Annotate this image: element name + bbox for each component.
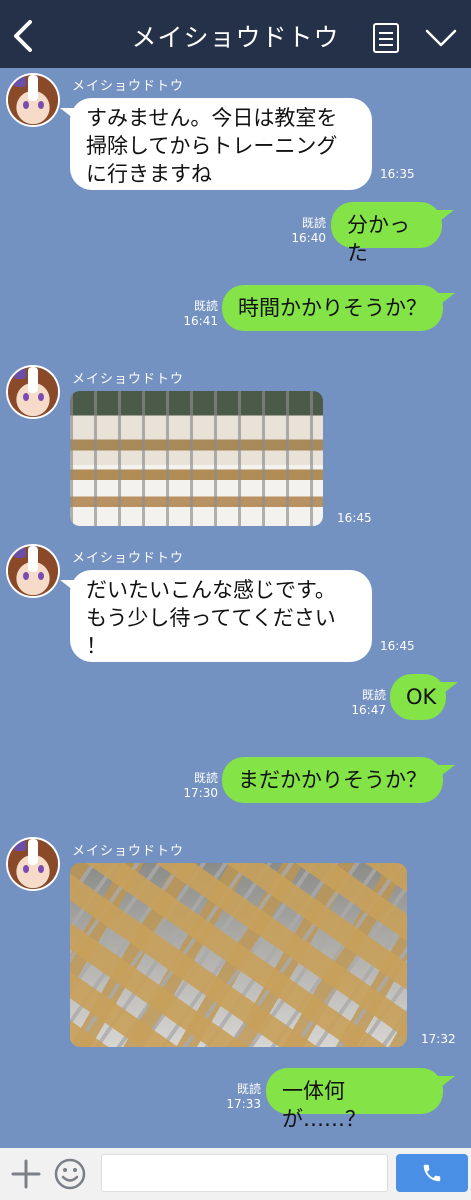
message-text: だいたいこんな感じです。 もう少し待っててください ！ xyxy=(86,578,336,658)
avatar[interactable] xyxy=(8,839,58,889)
avatar[interactable] xyxy=(8,367,58,417)
message-bubble-outgoing[interactable]: 分かった xyxy=(331,202,454,265)
message-text: 時間かかりそうか？ xyxy=(238,296,427,320)
read-receipt-group: 既読 16:41 xyxy=(180,299,218,329)
message-bubble-incoming[interactable]: だいたいこんな感じです。 もう少し待っててください ！ xyxy=(60,570,372,662)
read-label: 既読 xyxy=(193,299,218,313)
message-text: OK xyxy=(406,685,437,709)
message-bubble-outgoing[interactable]: まだかかりそうか？ xyxy=(222,757,455,803)
call-button[interactable] xyxy=(396,1154,468,1192)
message-time: 17:33 xyxy=(226,1097,261,1111)
sender-name: メイショウドトウ xyxy=(72,551,185,566)
phone-icon xyxy=(423,1164,441,1182)
message-text: 分かった xyxy=(347,213,410,265)
sender-name: メイショウドトウ xyxy=(72,844,185,859)
message-text: まだかかりそうか？ xyxy=(238,768,427,792)
message-bubble-outgoing[interactable]: 時間かかりそうか？ xyxy=(222,285,455,331)
read-receipt-group: 既読 16:40 xyxy=(288,216,326,246)
message-bubble-incoming[interactable]: すみません。今日は教室を 掃除してからトレーニング に行きますね xyxy=(60,98,372,190)
read-label: 既読 xyxy=(193,771,218,785)
menu-icon[interactable] xyxy=(372,22,400,54)
message-time: 16:47 xyxy=(351,703,386,717)
read-receipt-group: 既読 16:47 xyxy=(348,688,386,718)
chat-header: メイショウドトウ xyxy=(0,0,471,68)
chevron-down-icon[interactable] xyxy=(424,26,458,50)
avatar[interactable] xyxy=(8,546,58,596)
message-input[interactable] xyxy=(101,1154,388,1192)
avatar[interactable] xyxy=(8,75,58,125)
photo-piled-desks[interactable] xyxy=(70,863,407,1047)
read-label: 既読 xyxy=(361,688,386,702)
chat-input-bar xyxy=(0,1148,471,1200)
plus-icon[interactable] xyxy=(10,1158,42,1190)
sender-name: メイショウドトウ xyxy=(72,372,185,387)
read-label: 既読 xyxy=(236,1082,261,1096)
photo-classroom-desks[interactable] xyxy=(70,391,323,526)
message-time: 17:32 xyxy=(421,1032,456,1046)
chat-title: メイショウドトウ xyxy=(131,23,340,52)
message-text: 一体何が……？ xyxy=(282,1079,366,1131)
message-time: 16:40 xyxy=(291,231,326,245)
message-bubble-outgoing[interactable]: OK xyxy=(390,674,458,720)
message-time: 16:45 xyxy=(380,639,415,653)
read-receipt-group: 既読 17:33 xyxy=(223,1082,261,1112)
message-time: 16:41 xyxy=(183,314,218,328)
message-bubble-outgoing[interactable]: 一体何が……？ xyxy=(266,1068,455,1131)
read-receipt-group: 既読 17:30 xyxy=(180,771,218,801)
sender-name: メイショウドトウ xyxy=(72,79,185,94)
emoji-icon[interactable] xyxy=(53,1157,87,1191)
message-time: 16:45 xyxy=(337,511,372,525)
message-text: すみません。今日は教室を 掃除してからトレーニング に行きますね xyxy=(86,106,338,186)
message-time: 17:30 xyxy=(183,786,218,800)
message-time: 16:35 xyxy=(380,167,415,181)
read-label: 既読 xyxy=(301,216,326,230)
